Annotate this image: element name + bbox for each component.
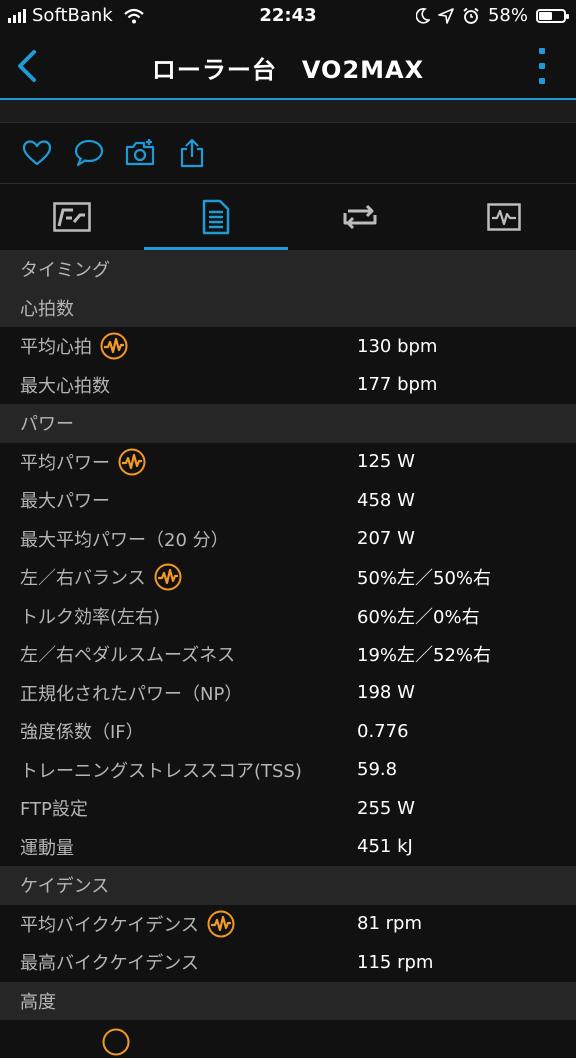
item-label: 最高バイクケイデンス: [20, 953, 199, 975]
item-label: トルク効率(左右): [20, 606, 161, 628]
section-header-power: パワー: [0, 404, 576, 443]
page-title: ローラー台 VO2MAX: [151, 56, 425, 84]
section-title: 高度: [20, 991, 56, 1013]
item-value: 207 W: [357, 528, 415, 550]
item-label: 平均パワー: [20, 452, 110, 474]
item-label: 最大パワー: [20, 491, 110, 513]
list-item: トレーニングストレススコア(TSS) 59.8: [0, 750, 576, 789]
list-item: 平均バイクケイデンス 81 rpm: [0, 904, 576, 943]
item-value: 50%左／50%右: [357, 568, 492, 590]
list-item: 左／右ペダルスムーズネス 19%左／52%右: [0, 635, 576, 674]
navigation-bar: ローラー台 VO2MAX: [0, 34, 576, 98]
list-item: 運動量 451 kJ: [0, 827, 576, 866]
heart-icon[interactable]: [21, 137, 53, 169]
item-value: 130 bpm: [357, 335, 438, 357]
battery-fill: [539, 11, 552, 20]
item-label: FTP設定: [20, 799, 88, 821]
details-list-icon: [202, 199, 230, 235]
list-item: 最大平均パワー（20 分） 207 W: [0, 519, 576, 558]
moon-icon: [415, 7, 430, 24]
list-item: 最大心拍数 177 bpm: [0, 365, 576, 404]
list-item: 平均パワー 125 W: [0, 442, 576, 481]
section-header-altitude: 高度: [0, 981, 576, 1020]
item-label: 最大平均パワー（20 分）: [20, 529, 229, 551]
section-title: パワー: [20, 414, 74, 436]
item-value: 177 bpm: [357, 374, 438, 396]
comment-icon[interactable]: [73, 137, 105, 169]
activity-badge-icon[interactable]: [207, 910, 235, 938]
status-bar: SoftBank 22:43 58%: [0, 0, 576, 34]
item-value: 81 rpm: [357, 913, 422, 935]
list-item: [0, 1020, 576, 1058]
list-item: 最大パワー 458 W: [0, 481, 576, 520]
activity-badge-icon[interactable]: [100, 332, 128, 360]
list-item: 強度係数（IF） 0.776: [0, 712, 576, 751]
item-value: 125 W: [357, 451, 415, 473]
alarm-icon: [463, 7, 479, 24]
tab-graph[interactable]: [432, 184, 576, 250]
item-value: 458 W: [357, 489, 415, 511]
section-title: ケイデンス: [20, 876, 110, 898]
list-item: 最高バイクケイデンス 115 rpm: [0, 943, 576, 982]
section-header-heart-rate: 心拍数: [0, 288, 576, 327]
list-item: FTP設定 255 W: [0, 789, 576, 828]
item-value: 115 rpm: [357, 951, 434, 973]
battery-percent: 58%: [487, 5, 528, 26]
item-value: 198 W: [357, 682, 415, 704]
section-header-timing[interactable]: タイミング: [0, 250, 576, 289]
list-item: 左／右バランス 50%左／50%右: [0, 558, 576, 597]
battery-icon: [536, 8, 569, 23]
tab-bar: [0, 184, 576, 250]
item-label: 左／右バランス: [20, 568, 146, 590]
activity-badge-icon[interactable]: [118, 448, 146, 476]
list-item: 平均心拍 130 bpm: [0, 327, 576, 366]
item-value: 255 W: [357, 797, 415, 819]
tab-summary[interactable]: [0, 184, 144, 250]
laps-icon: [343, 204, 377, 230]
item-value: 19%左／52%右: [357, 645, 492, 667]
item-label: 強度係数（IF）: [20, 722, 144, 744]
item-label: 正規化されたパワー（NP）: [20, 683, 243, 705]
item-label: 平均心拍: [20, 337, 92, 359]
item-label: 最大心拍数: [20, 375, 110, 397]
item-label: トレーニングストレススコア(TSS): [20, 760, 302, 782]
item-value: 0.776: [357, 720, 409, 742]
spacer-band: [0, 100, 576, 123]
item-value: 451 kJ: [357, 836, 413, 858]
item-value: 59.8: [357, 759, 398, 781]
tab-laps[interactable]: [288, 184, 432, 250]
section-title: 心拍数: [20, 298, 74, 320]
section-title: タイミング: [20, 260, 110, 282]
action-bar: [0, 123, 576, 184]
more-menu-icon[interactable]: [536, 48, 548, 84]
activity-badge-icon[interactable]: [102, 1028, 130, 1056]
camera-add-icon[interactable]: [124, 137, 156, 169]
graph-icon: [487, 203, 521, 231]
share-icon[interactable]: [176, 137, 208, 169]
details-list: タイミング 心拍数 平均心拍 130 bpm 最大心拍数 177 bpm パワー…: [0, 250, 576, 1058]
list-item: 正規化されたパワー（NP） 198 W: [0, 673, 576, 712]
item-value: 60%左／0%右: [357, 606, 480, 628]
location-icon: [438, 7, 454, 24]
tab-details[interactable]: [144, 184, 288, 250]
item-label: 左／右ペダルスムーズネス: [20, 645, 236, 667]
summary-chart-icon: [53, 202, 91, 232]
item-label: 平均バイクケイデンス: [20, 914, 199, 936]
item-label: 運動量: [20, 837, 74, 859]
section-header-cadence: ケイデンス: [0, 866, 576, 905]
list-item: トルク効率(左右) 60%左／0%右: [0, 596, 576, 635]
activity-badge-icon[interactable]: [154, 563, 182, 591]
